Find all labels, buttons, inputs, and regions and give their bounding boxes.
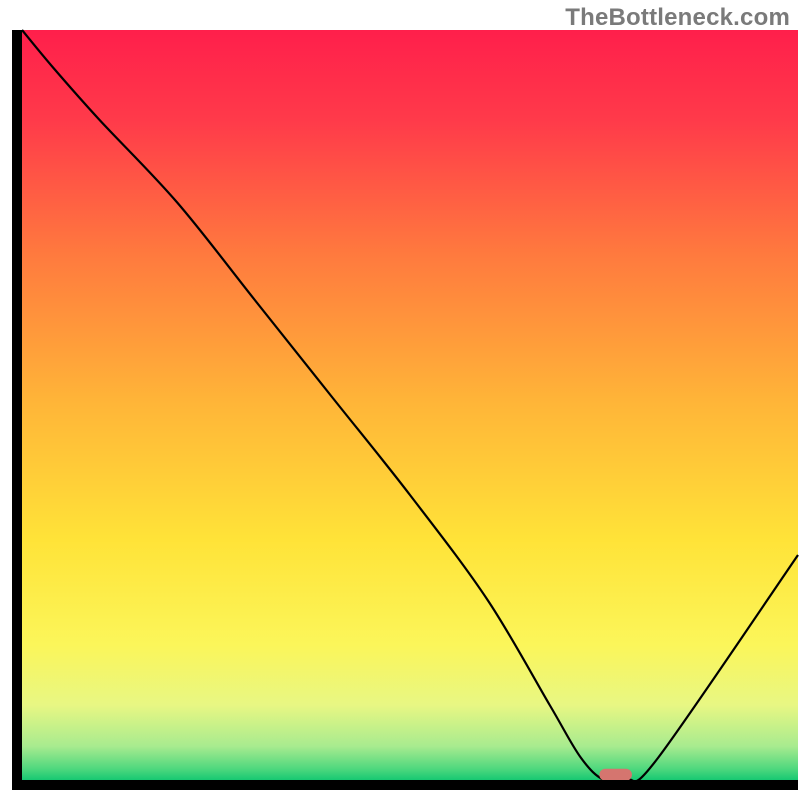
x-axis (12, 780, 798, 790)
bottleneck-chart (0, 0, 800, 800)
y-axis (12, 30, 22, 790)
plot-background (22, 30, 798, 780)
optimum-marker (599, 769, 632, 781)
